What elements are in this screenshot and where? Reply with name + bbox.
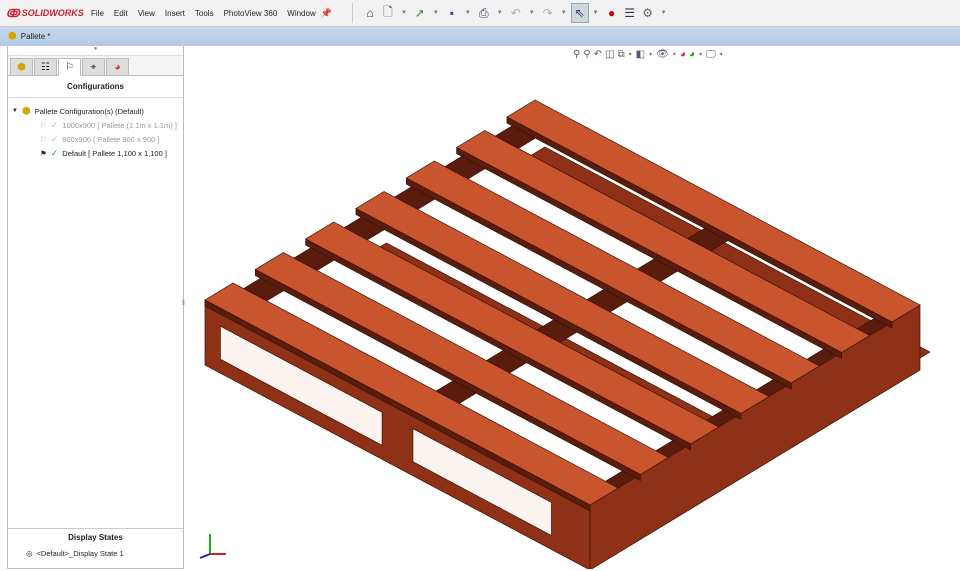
tab-property-manager[interactable]: ☷ xyxy=(34,58,57,76)
chevron-down-icon[interactable]: ▼ xyxy=(561,10,567,16)
chevron-down-icon[interactable]: ▾ xyxy=(629,51,632,58)
config-label: 900x900 [ Pallete 900 x 900 ] xyxy=(62,134,160,144)
solidworks-logo[interactable]: ↂ SOLIDWORKS xyxy=(6,7,86,20)
menu-tools[interactable]: Tools xyxy=(190,9,219,18)
pin-icon[interactable]: 📌 xyxy=(321,8,332,19)
tab-feature-manager[interactable]: ⬢ xyxy=(10,58,33,76)
traffic-light-icon[interactable]: ● xyxy=(603,3,621,23)
check-icon: ✓ xyxy=(50,119,59,130)
chevron-down-icon[interactable]: ▾ xyxy=(720,51,723,58)
chevron-down-icon[interactable]: ▼ xyxy=(661,10,667,16)
axis-triad xyxy=(199,534,226,559)
menu-photoview[interactable]: PhotoView 360 xyxy=(219,9,283,18)
display-states-title: Display States xyxy=(68,533,123,542)
open-icon[interactable]: ➚ xyxy=(411,3,429,23)
display-states-section: Display States ◎ <Default>_Display State… xyxy=(8,528,183,568)
chevron-down-icon[interactable]: ▾ xyxy=(673,51,676,58)
chevron-down-icon[interactable]: ▼ xyxy=(433,10,439,16)
display-state-item[interactable]: ◎ <Default>_Display State 1 xyxy=(8,546,183,560)
panel-grip[interactable]: ● xyxy=(8,46,183,56)
save-icon[interactable]: ▪ xyxy=(443,3,461,23)
chevron-down-icon[interactable]: ▾ xyxy=(699,51,702,58)
part-icon: ⬢ xyxy=(17,61,26,73)
brand-label: SOLIDWORKS xyxy=(21,8,84,18)
document-title: Pallete * xyxy=(20,32,51,41)
heads-up-view-toolbar: ⚲ ⚲ ↶ ◫ ⧉ ▾ ◧ ▾ 👁 ▾ ◕ ◕ ▾ 🖵 ▾ xyxy=(573,49,724,60)
chevron-down-icon[interactable]: ▼ xyxy=(529,10,535,16)
config-label: Default [ Pallete 1,100 x 1,100 ] xyxy=(62,148,167,158)
chevron-down-icon[interactable]: ▼ xyxy=(465,10,471,16)
redo-icon[interactable]: ↷ xyxy=(539,3,557,23)
menu-insert[interactable]: Insert xyxy=(160,9,190,18)
config-label: 1000x900 [ Pallete (1.1m x 1.1m) ] xyxy=(62,120,177,130)
menu-bar: ↂ SOLIDWORKS File Edit View Insert Tools … xyxy=(0,0,960,27)
check-icon: ✓ xyxy=(50,147,59,158)
home-icon[interactable]: ⌂ xyxy=(361,3,379,23)
new-document-icon[interactable]: 🗋 xyxy=(379,3,397,23)
previous-view-icon[interactable]: ↶ xyxy=(594,49,602,60)
graphics-area[interactable]: ⚲ ⚲ ↶ ◫ ⧉ ▾ ◧ ▾ 👁 ▾ ◕ ◕ ▾ 🖵 ▾ xyxy=(185,46,960,571)
panel-title: Configurations xyxy=(8,76,183,98)
zoom-to-fit-icon[interactable]: ⚲ xyxy=(573,49,580,60)
config-flag-icon: ⚐ xyxy=(40,134,47,144)
hide-show-items-icon[interactable]: 👁 xyxy=(656,49,669,60)
undo-icon[interactable]: ↶ xyxy=(507,3,525,23)
pallet-model[interactable] xyxy=(185,46,960,571)
chevron-down-icon[interactable]: ▼ xyxy=(401,10,407,16)
config-item[interactable]: ⚐ ✓ 1000x900 [ Pallete (1.1m x 1.1m) ] xyxy=(12,118,179,132)
expand-icon[interactable]: ▼ xyxy=(12,108,18,114)
options-gear-icon[interactable]: ⚙ xyxy=(639,3,657,23)
select-icon[interactable]: ⇖ xyxy=(570,3,589,23)
config-item[interactable]: ⚐ ✓ 900x900 [ Pallete 900 x 900 ] xyxy=(12,132,179,146)
tab-configuration-manager[interactable]: ⚐ xyxy=(58,58,81,76)
tree-root[interactable]: ▼ ⬢ Pallete Configuration(s) (Default) xyxy=(12,104,179,118)
root-label: Pallete Configuration(s) (Default) xyxy=(34,106,144,116)
menu-window[interactable]: Window xyxy=(282,9,320,18)
tab-dimxpert-manager[interactable]: ⌖ xyxy=(82,58,105,76)
menu-view[interactable]: View xyxy=(133,9,160,18)
file-properties-icon[interactable]: ☰ xyxy=(621,3,639,23)
feature-manager-panel: ● ⬢ ☷ ⚐ ⌖ ◕ Configurations ▼ ⬢ Pallete C… xyxy=(7,46,184,569)
section-view-icon[interactable]: ◫ xyxy=(605,49,614,60)
part-icon: ⬢ xyxy=(21,105,31,117)
config-item-active[interactable]: ⚑ ✓ Default [ Pallete 1,100 x 1,100 ] xyxy=(12,146,179,160)
chevron-down-icon[interactable]: ▾ xyxy=(649,51,652,58)
crosshair-icon: ⌖ xyxy=(90,61,97,73)
config-flag-icon: ⚐ xyxy=(40,120,47,130)
menu-file[interactable]: File xyxy=(86,9,109,18)
config-flag-icon: ⚑ xyxy=(40,148,47,158)
print-icon[interactable]: ⎙ xyxy=(475,3,493,23)
configuration-tree: ▼ ⬢ Pallete Configuration(s) (Default) ⚐… xyxy=(8,98,183,166)
configuration-icon: ⚐ xyxy=(65,61,74,73)
dynamic-annotation-icon[interactable]: ⧉ xyxy=(618,49,625,60)
zoom-to-area-icon[interactable]: ⚲ xyxy=(583,49,590,60)
separator xyxy=(351,3,353,23)
display-state-icon: ◎ xyxy=(26,548,33,558)
edit-appearance-icon[interactable]: ◕ xyxy=(680,49,686,60)
part-icon: ⬢ xyxy=(8,31,17,42)
chevron-down-icon[interactable]: ▼ xyxy=(593,10,599,16)
menu-edit[interactable]: Edit xyxy=(109,9,133,18)
tab-display-manager[interactable]: ◕ xyxy=(106,58,129,76)
list-icon: ☷ xyxy=(41,61,50,73)
view-settings-icon[interactable]: 🖵 xyxy=(706,49,716,60)
manager-tabs: ⬢ ☷ ⚐ ⌖ ◕ xyxy=(8,56,183,76)
document-tab[interactable]: ⬢ Pallete * xyxy=(0,27,960,46)
appearance-icon: ◕ xyxy=(114,61,121,73)
display-state-label: <Default>_Display State 1 xyxy=(36,548,124,558)
chevron-down-icon[interactable]: ▼ xyxy=(497,10,503,16)
check-icon: ✓ xyxy=(50,133,59,144)
view-orientation-icon[interactable]: ◧ xyxy=(636,49,645,60)
apply-scene-icon[interactable]: ◕ xyxy=(689,49,695,60)
